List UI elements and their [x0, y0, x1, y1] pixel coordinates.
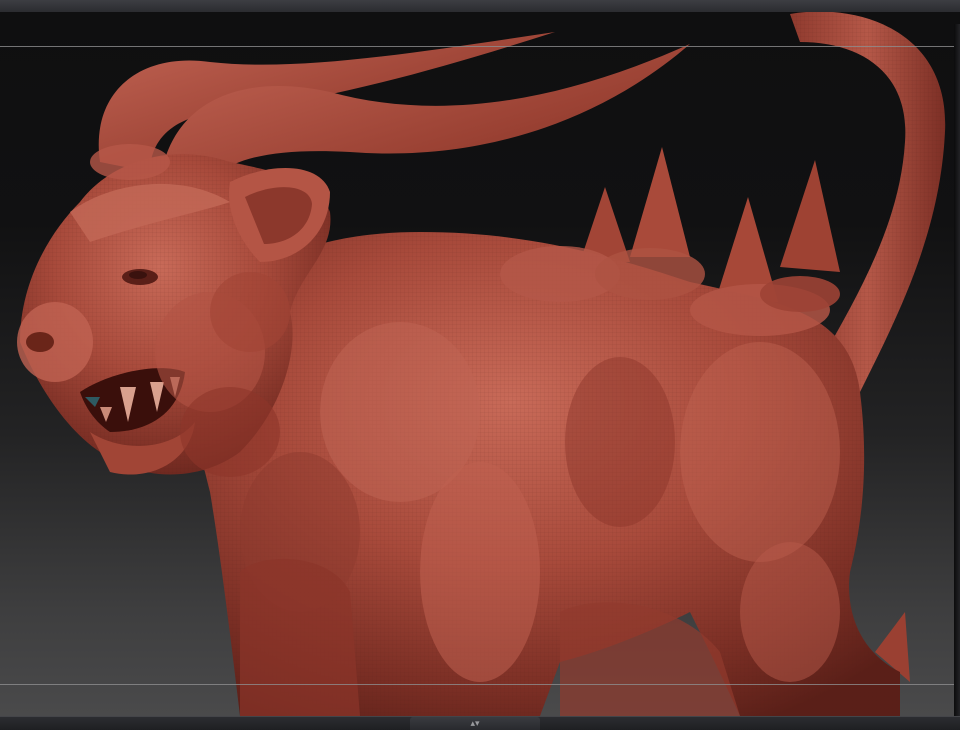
bottom-shelf: ▴▾: [0, 716, 960, 730]
3d-viewport-canvas[interactable]: [0, 12, 960, 716]
front-leg: [240, 558, 360, 716]
resize-grip-icon[interactable]: ▴▾: [470, 719, 479, 729]
back-spike-2: [630, 147, 690, 257]
right-panel-edge: [954, 24, 960, 716]
viewport-frame-top: [0, 46, 960, 47]
viewport-frame-bottom: [0, 684, 960, 685]
back-spike-4: [780, 160, 840, 272]
creature-sculpt-render: [17, 12, 946, 716]
bottom-shelf-tab[interactable]: ▴▾: [410, 717, 540, 730]
sculpt-app-window: ▴▾: [0, 0, 960, 730]
